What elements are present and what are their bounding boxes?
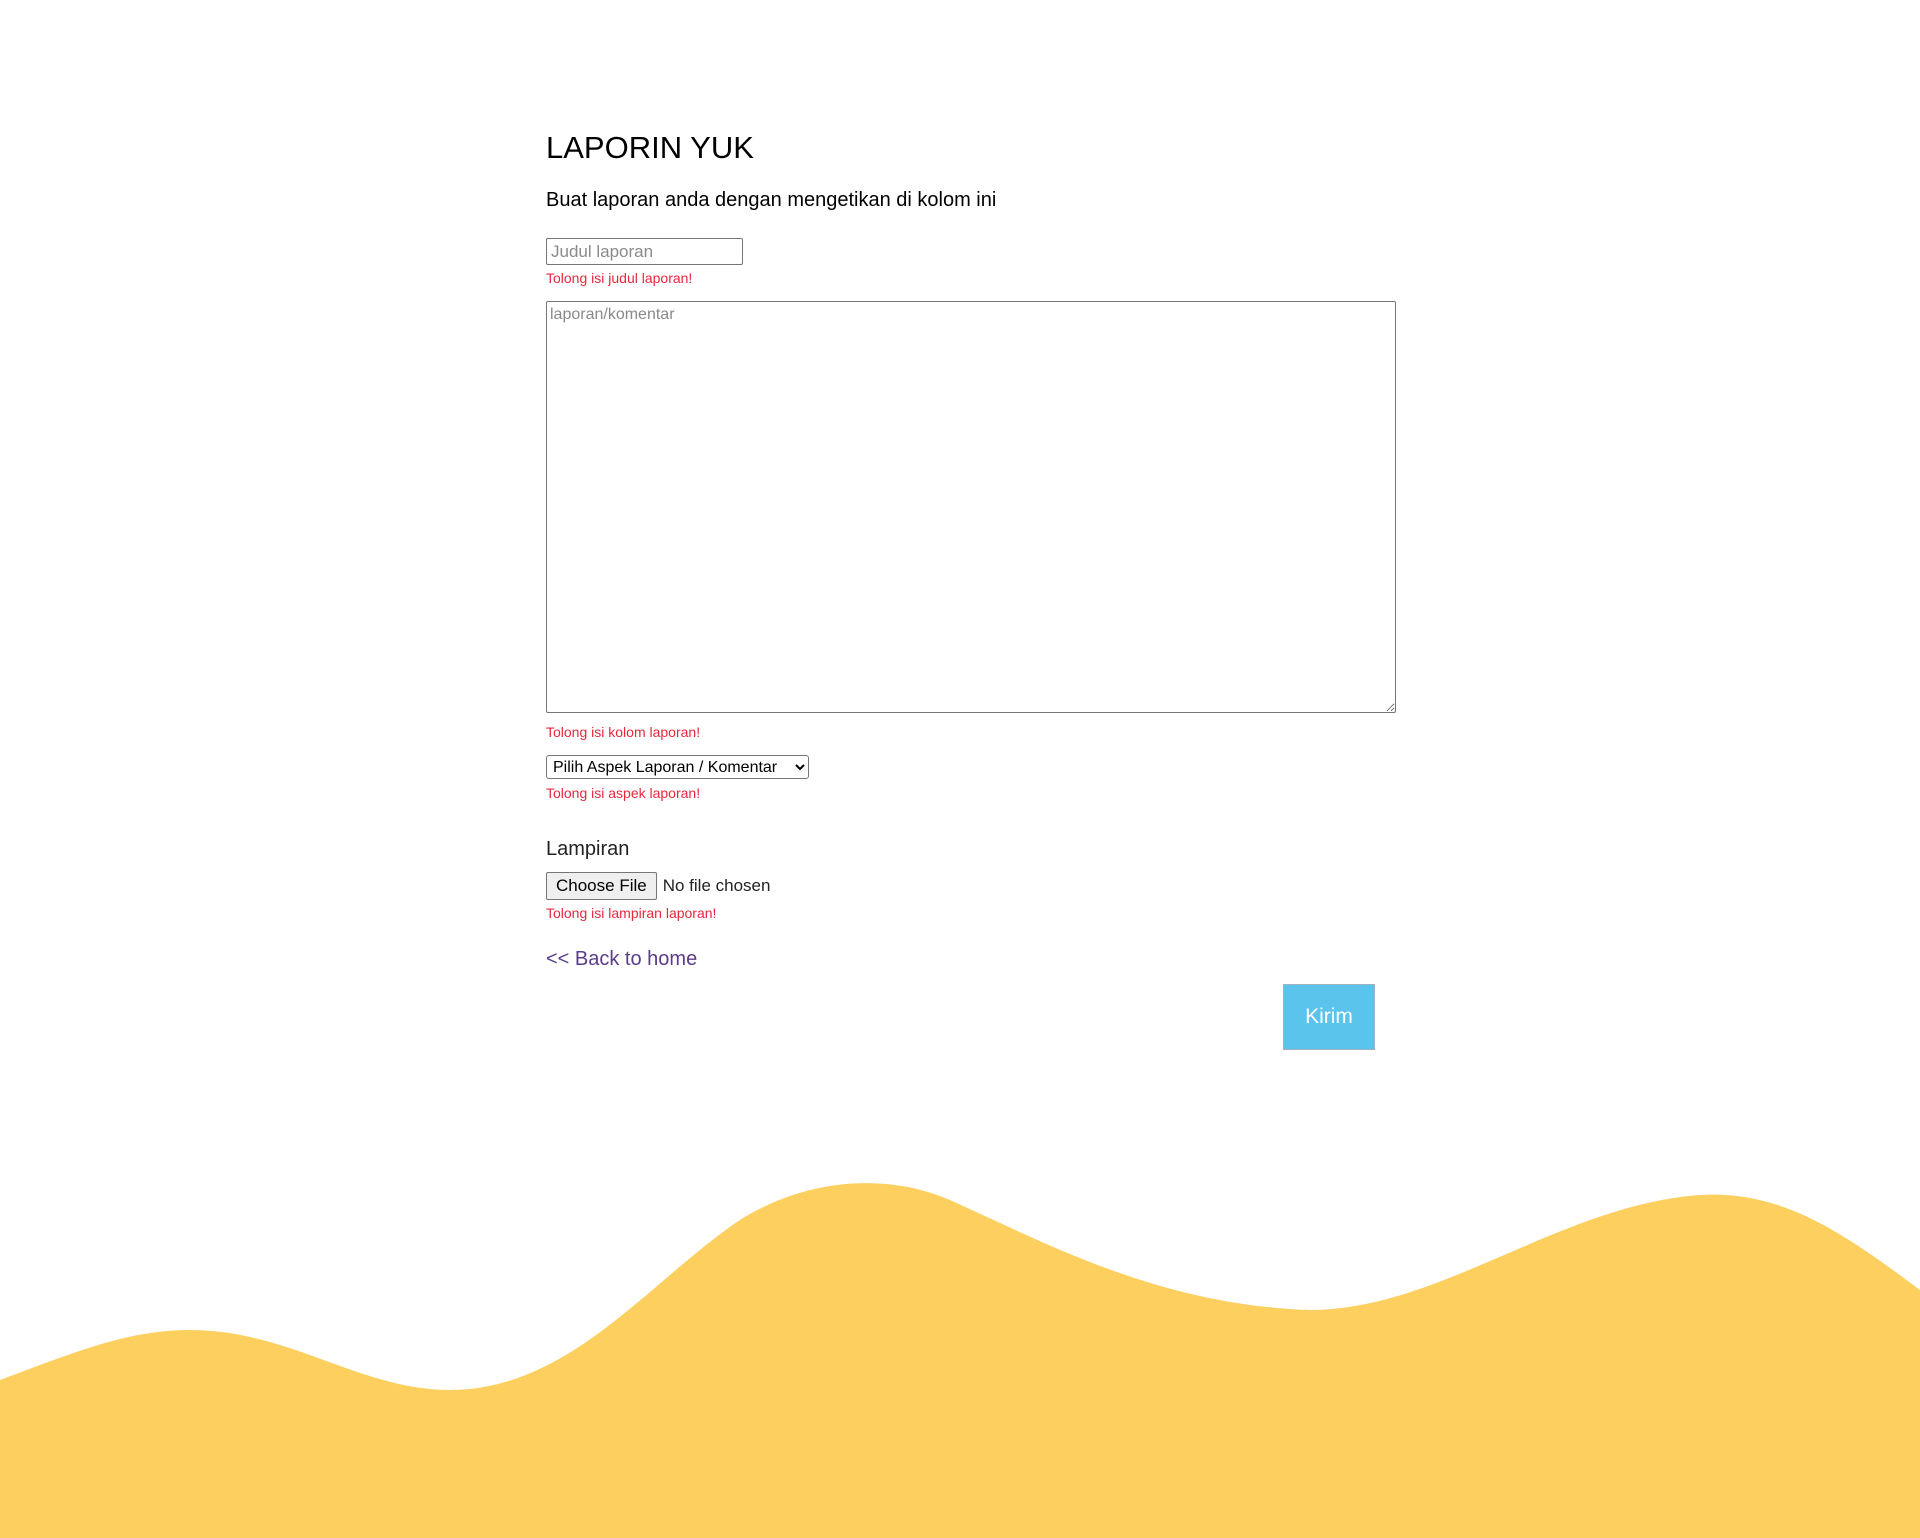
aspect-error-message: Tolong isi aspek laporan!	[546, 785, 701, 801]
report-title-input[interactable]	[546, 238, 743, 265]
choose-file-button[interactable]: Choose File	[546, 872, 657, 900]
file-input[interactable]: Choose File No file chosen	[546, 872, 1396, 900]
file-status-text: No file chosen	[662, 876, 771, 895]
back-to-home-link[interactable]: << Back to home	[546, 948, 697, 971]
wave-decoration	[0, 1183, 1920, 1538]
report-form: LAPORIN YUK Buat laporan anda dengan men…	[546, 128, 1396, 971]
page-title: LAPORIN YUK	[546, 130, 754, 165]
attachment-label: Lampiran	[546, 838, 630, 860]
aspect-select[interactable]: Pilih Aspek Laporan / Komentar	[546, 755, 809, 779]
title-error-message: Tolong isi judul laporan!	[546, 270, 693, 286]
submit-button[interactable]: Kirim	[1283, 984, 1375, 1050]
report-page: LAPORIN YUK Buat laporan anda dengan men…	[0, 0, 1920, 1538]
report-body-textarea[interactable]	[546, 301, 1396, 713]
attachment-error-message: Tolong isi lampiran laporan!	[546, 905, 717, 921]
wave-shape	[0, 1183, 1920, 1538]
body-error-message: Tolong isi kolom laporan!	[546, 724, 701, 740]
page-subtitle: Buat laporan anda dengan mengetikan di k…	[546, 189, 997, 211]
